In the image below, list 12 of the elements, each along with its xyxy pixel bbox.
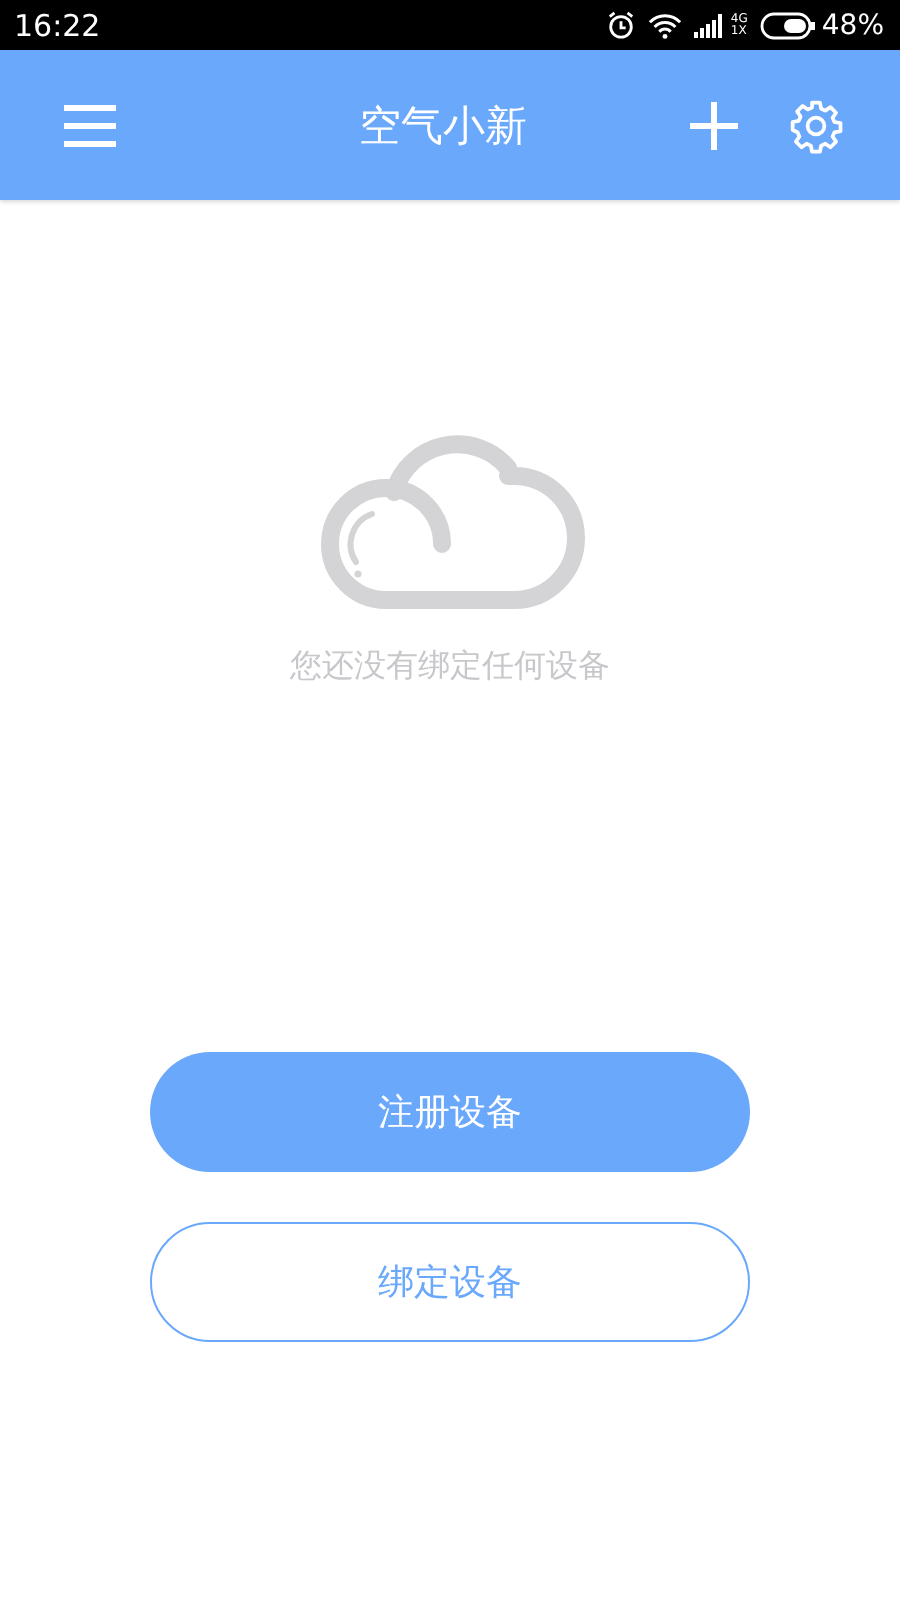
wifi-icon [648,11,683,39]
battery-icon [759,11,816,39]
register-button[interactable]: 注册设备 [150,1052,750,1172]
status-time: 16:22 [14,7,101,43]
app-title: 空气小新 [357,99,529,153]
signal-icon [694,13,727,37]
battery-percent: 48% [821,9,884,41]
plus-icon[interactable] [688,99,740,151]
bind-button[interactable]: 绑定设备 [150,1222,750,1342]
alarm-icon [606,10,637,40]
menu-icon[interactable] [62,103,118,147]
settings-icon[interactable] [788,97,844,153]
